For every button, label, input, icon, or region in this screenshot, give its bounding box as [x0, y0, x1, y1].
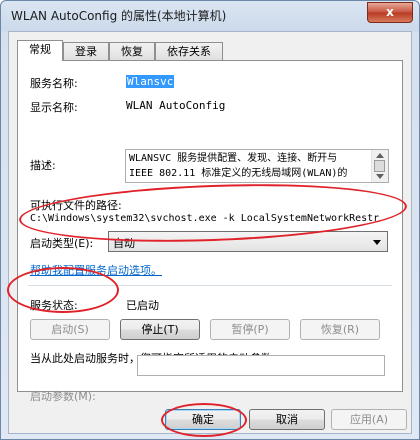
cancel-button[interactable]: 取消	[249, 409, 325, 430]
chevron-down-icon	[373, 240, 381, 245]
exe-path-label: 可执行文件的路径:	[30, 199, 122, 212]
display-name-label: 显示名称:	[30, 101, 78, 114]
tab-recovery[interactable]: 恢复	[109, 42, 155, 60]
window-title: WLAN AutoConfig 的属性(本地计算机)	[11, 9, 227, 23]
startup-type-label: 启动类型(E):	[30, 237, 94, 250]
service-name-label: 服务名称:	[30, 77, 78, 90]
general-panel: 服务名称: Wlansvc 显示名称: WLAN AutoConfig 描述: …	[17, 60, 403, 403]
status-label: 服务状态:	[30, 299, 78, 312]
exe-path-value: C:\Windows\system32\svchost.exe -k Local…	[30, 213, 380, 224]
description-scrollbar[interactable]	[371, 150, 388, 182]
startup-type-dropdown[interactable]: 自动	[108, 231, 388, 252]
title-bar[interactable]: WLAN AutoConfig 的属性(本地计算机) x	[1, 1, 419, 31]
display-name-value: WLAN AutoConfig	[126, 99, 226, 112]
scroll-thumb[interactable]	[374, 160, 385, 172]
scroll-up-icon[interactable]	[376, 153, 384, 158]
dialog-body: 常规 登录 恢复 依存关系 服务名称: Wlansvc 显示名称: WLAN A…	[8, 31, 412, 434]
pause-button[interactable]: 暂停(P)	[210, 319, 290, 340]
separator	[28, 285, 392, 286]
description-label: 描述:	[30, 159, 56, 172]
start-params-label: 启动参数(M):	[30, 390, 96, 403]
close-button[interactable]: x	[367, 2, 413, 23]
startup-type-value: 自动	[113, 237, 135, 250]
help-configure-link[interactable]: 帮助我配置服务启动选项。	[30, 262, 162, 278]
stop-button[interactable]: 停止(T)	[120, 319, 200, 340]
service-name-value[interactable]: Wlansvc	[126, 75, 175, 88]
scroll-down-icon[interactable]	[376, 174, 384, 179]
tab-logon[interactable]: 登录	[63, 42, 109, 60]
description-box[interactable]: WLANSVC 服务提供配置、发现、连接、断开与 IEEE 802.11 标准定…	[125, 149, 389, 183]
status-value: 已启动	[126, 299, 159, 312]
tab-general[interactable]: 常规	[17, 40, 63, 61]
resume-button[interactable]: 恢复(R)	[300, 319, 380, 340]
description-text: WLANSVC 服务提供配置、发现、连接、断开与 IEEE 802.11 标准定…	[129, 153, 348, 179]
start-button[interactable]: 启动(S)	[30, 319, 110, 340]
ok-button[interactable]: 确定	[165, 409, 241, 430]
start-params-input[interactable]	[137, 355, 385, 376]
apply-button[interactable]: 应用(A)	[331, 409, 407, 430]
tab-dependencies[interactable]: 依存关系	[155, 42, 223, 60]
properties-window: WLAN AutoConfig 的属性(本地计算机) x 常规 登录 恢复 依存…	[0, 0, 420, 440]
